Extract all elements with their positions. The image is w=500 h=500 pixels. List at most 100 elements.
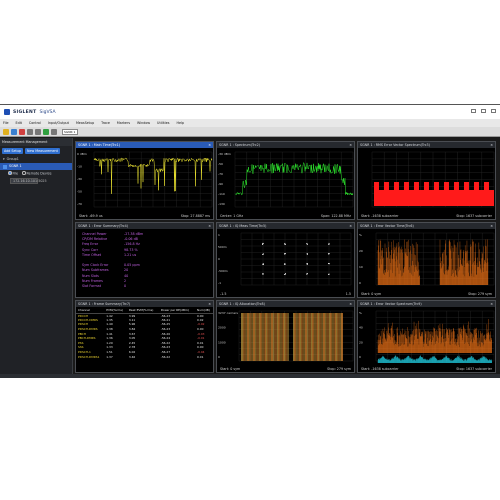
allocation-stripe (250, 313, 252, 361)
panel-frame-summary[interactable]: SGNR 1 : Frame Summary(Trc7) × Channel EVM… (75, 300, 214, 373)
close-icon[interactable]: × (208, 142, 211, 148)
allocation-stripe (327, 313, 329, 361)
panel-error-summary[interactable]: SGNR 1 : Error Summary(Trc4) × Channel Po… (75, 222, 214, 298)
frame-summary-table: Channel EVM(%rms) Peak EVM(%rms) Power per … (76, 307, 213, 359)
allocation-stripe (272, 313, 273, 361)
menu-window[interactable]: Window (137, 121, 150, 125)
summary-value: 1.21 us (124, 252, 137, 257)
allocation-stripe (332, 313, 334, 361)
constellation-point (283, 273, 285, 275)
record-icon[interactable] (19, 128, 25, 135)
constellation-point (328, 242, 330, 244)
play-icon[interactable] (43, 128, 49, 135)
allocation-stripe (251, 313, 253, 361)
minimize-icon[interactable] (471, 109, 476, 113)
allocation-stripe (268, 313, 270, 361)
menu-trace[interactable]: Trace (101, 121, 110, 125)
brand-name: SIGLENT (13, 109, 37, 115)
source-remote-radio[interactable]: Remote Device (22, 171, 52, 176)
new-measurement-button[interactable]: New Measurement (25, 148, 60, 154)
tree-group[interactable]: ▾ Group1 (0, 156, 72, 163)
allocation-stripe (294, 313, 295, 361)
constellation-point (306, 253, 308, 255)
close-icon[interactable]: × (490, 301, 493, 307)
device-address-field[interactable]: 172.16.10.101:5025 (10, 178, 47, 184)
source-file-radio[interactable]: File (8, 171, 18, 176)
allocation-stripe (309, 313, 311, 361)
allocation-stripe (306, 313, 307, 361)
close-icon[interactable]: × (490, 223, 493, 229)
menu-input-output[interactable]: Input/Output (48, 121, 69, 125)
allocation-stripe (287, 313, 289, 361)
maximize-icon[interactable] (481, 109, 486, 113)
evm-bar-low (459, 190, 464, 206)
allocation-stripe (300, 313, 301, 361)
allocation-stripe (243, 313, 245, 361)
close-icon[interactable] (491, 109, 496, 113)
panel-title: Measurement Management (0, 138, 72, 146)
allocation-stripe (255, 313, 257, 361)
stop-label: 1.5 (345, 292, 351, 296)
close-icon[interactable]: × (349, 301, 352, 307)
panel-iq-meas[interactable]: SGNR 1 : IQ Meas Time(Trc5) × 1 500m 0 -500m… (216, 222, 355, 298)
allocation-stripe (279, 313, 281, 361)
allocation-stripe (265, 313, 266, 361)
constellation-point (285, 253, 287, 255)
pause-icon[interactable] (35, 128, 41, 135)
close-icon[interactable]: × (490, 142, 493, 148)
menu-help[interactable]: Help (176, 121, 184, 125)
evm-bar-high (464, 182, 469, 206)
menu-file[interactable]: File (3, 121, 9, 125)
menu-control[interactable]: Control (29, 121, 41, 125)
open-folder-icon[interactable] (3, 128, 9, 135)
table-row[interactable]: PDSCH-DMRS1 1.37 3.46 -56.22 0.01 (76, 354, 213, 359)
constellation-point (262, 273, 264, 275)
allocation-stripe (242, 313, 243, 361)
menu-markers[interactable]: Markers (117, 121, 130, 125)
measurement-icon (3, 164, 7, 169)
panel-title: SGNR 1 : RMS Error Vector Spectrum(Trc3)… (358, 142, 495, 148)
app-name: SigVSA (39, 109, 56, 115)
tree-item-sgnr1[interactable]: SGNR 1 (0, 163, 72, 170)
measurement-select[interactable]: SGNR 1 (62, 128, 78, 135)
panel-iq-allocation[interactable]: SGNR 1 : IQ Allocation(Trc8) × 3237 carri… (216, 300, 355, 373)
allocation-stripe (336, 313, 337, 361)
allocation-stripe (274, 313, 276, 361)
zoom-icon[interactable] (51, 128, 57, 135)
evm-bar-low (429, 190, 434, 206)
menu-meassetup[interactable]: MeasSetup (76, 121, 94, 125)
allocation-stripe (295, 313, 297, 361)
close-icon[interactable]: × (349, 223, 352, 229)
evm-bar-low (379, 190, 384, 206)
add-setup-button[interactable]: Add Setup (2, 148, 24, 154)
stop-icon[interactable] (27, 128, 33, 135)
allocation-stripe (341, 313, 342, 361)
panel-rms-evm-spectrum[interactable]: SGNR 1 : RMS Error Vector Spectrum(Trc3)… (357, 141, 496, 220)
allocation-stripe (262, 313, 264, 361)
stop-label: Stop: 279 sym (327, 367, 351, 371)
constellation-point (306, 273, 308, 275)
allocation-stripe (286, 313, 288, 361)
panel-title: SGNR 1 : IQ Meas Time(Trc5) × (217, 223, 354, 229)
stop-label: Stop: 279 sym (468, 292, 492, 296)
allocation-stripe (266, 313, 267, 361)
summary-key: Slot Format (82, 283, 101, 288)
panel-error-vector-spectrum[interactable]: SGNR 1 : Error Vector Spectrum(Trc9) × % 4… (357, 300, 496, 373)
close-icon[interactable]: × (208, 301, 211, 307)
constellation-point (284, 252, 286, 254)
constellation-plot: 1 500m 0 -500m -1 (218, 232, 352, 286)
menu-utilities[interactable]: Utilities (157, 121, 169, 125)
evm-bar-low (419, 190, 424, 206)
allocation-stripe (314, 313, 316, 361)
evm-bar-low (409, 190, 414, 206)
panel-error-vector-time[interactable]: SGNR 1 : Error Vector Time(Trc6) × % 20 10 0… (357, 222, 496, 298)
stop-label: Stop: 27.8887 ms (180, 214, 210, 218)
close-icon[interactable]: × (349, 142, 352, 148)
save-icon[interactable] (11, 128, 17, 135)
evm-bar-high (474, 182, 479, 206)
close-icon[interactable]: × (208, 223, 211, 229)
panel-main-time[interactable]: SGNR 1 : Main Time(Trc1) × 0 dBm -10 -30 -50… (75, 141, 214, 220)
panel-spectrum[interactable]: SGNR 1 : Spectrum(Trc2) × -30 dBm -50 -70 -9… (216, 141, 355, 220)
allocation-stripe (267, 313, 269, 361)
menu-edit[interactable]: Edit (16, 121, 22, 125)
